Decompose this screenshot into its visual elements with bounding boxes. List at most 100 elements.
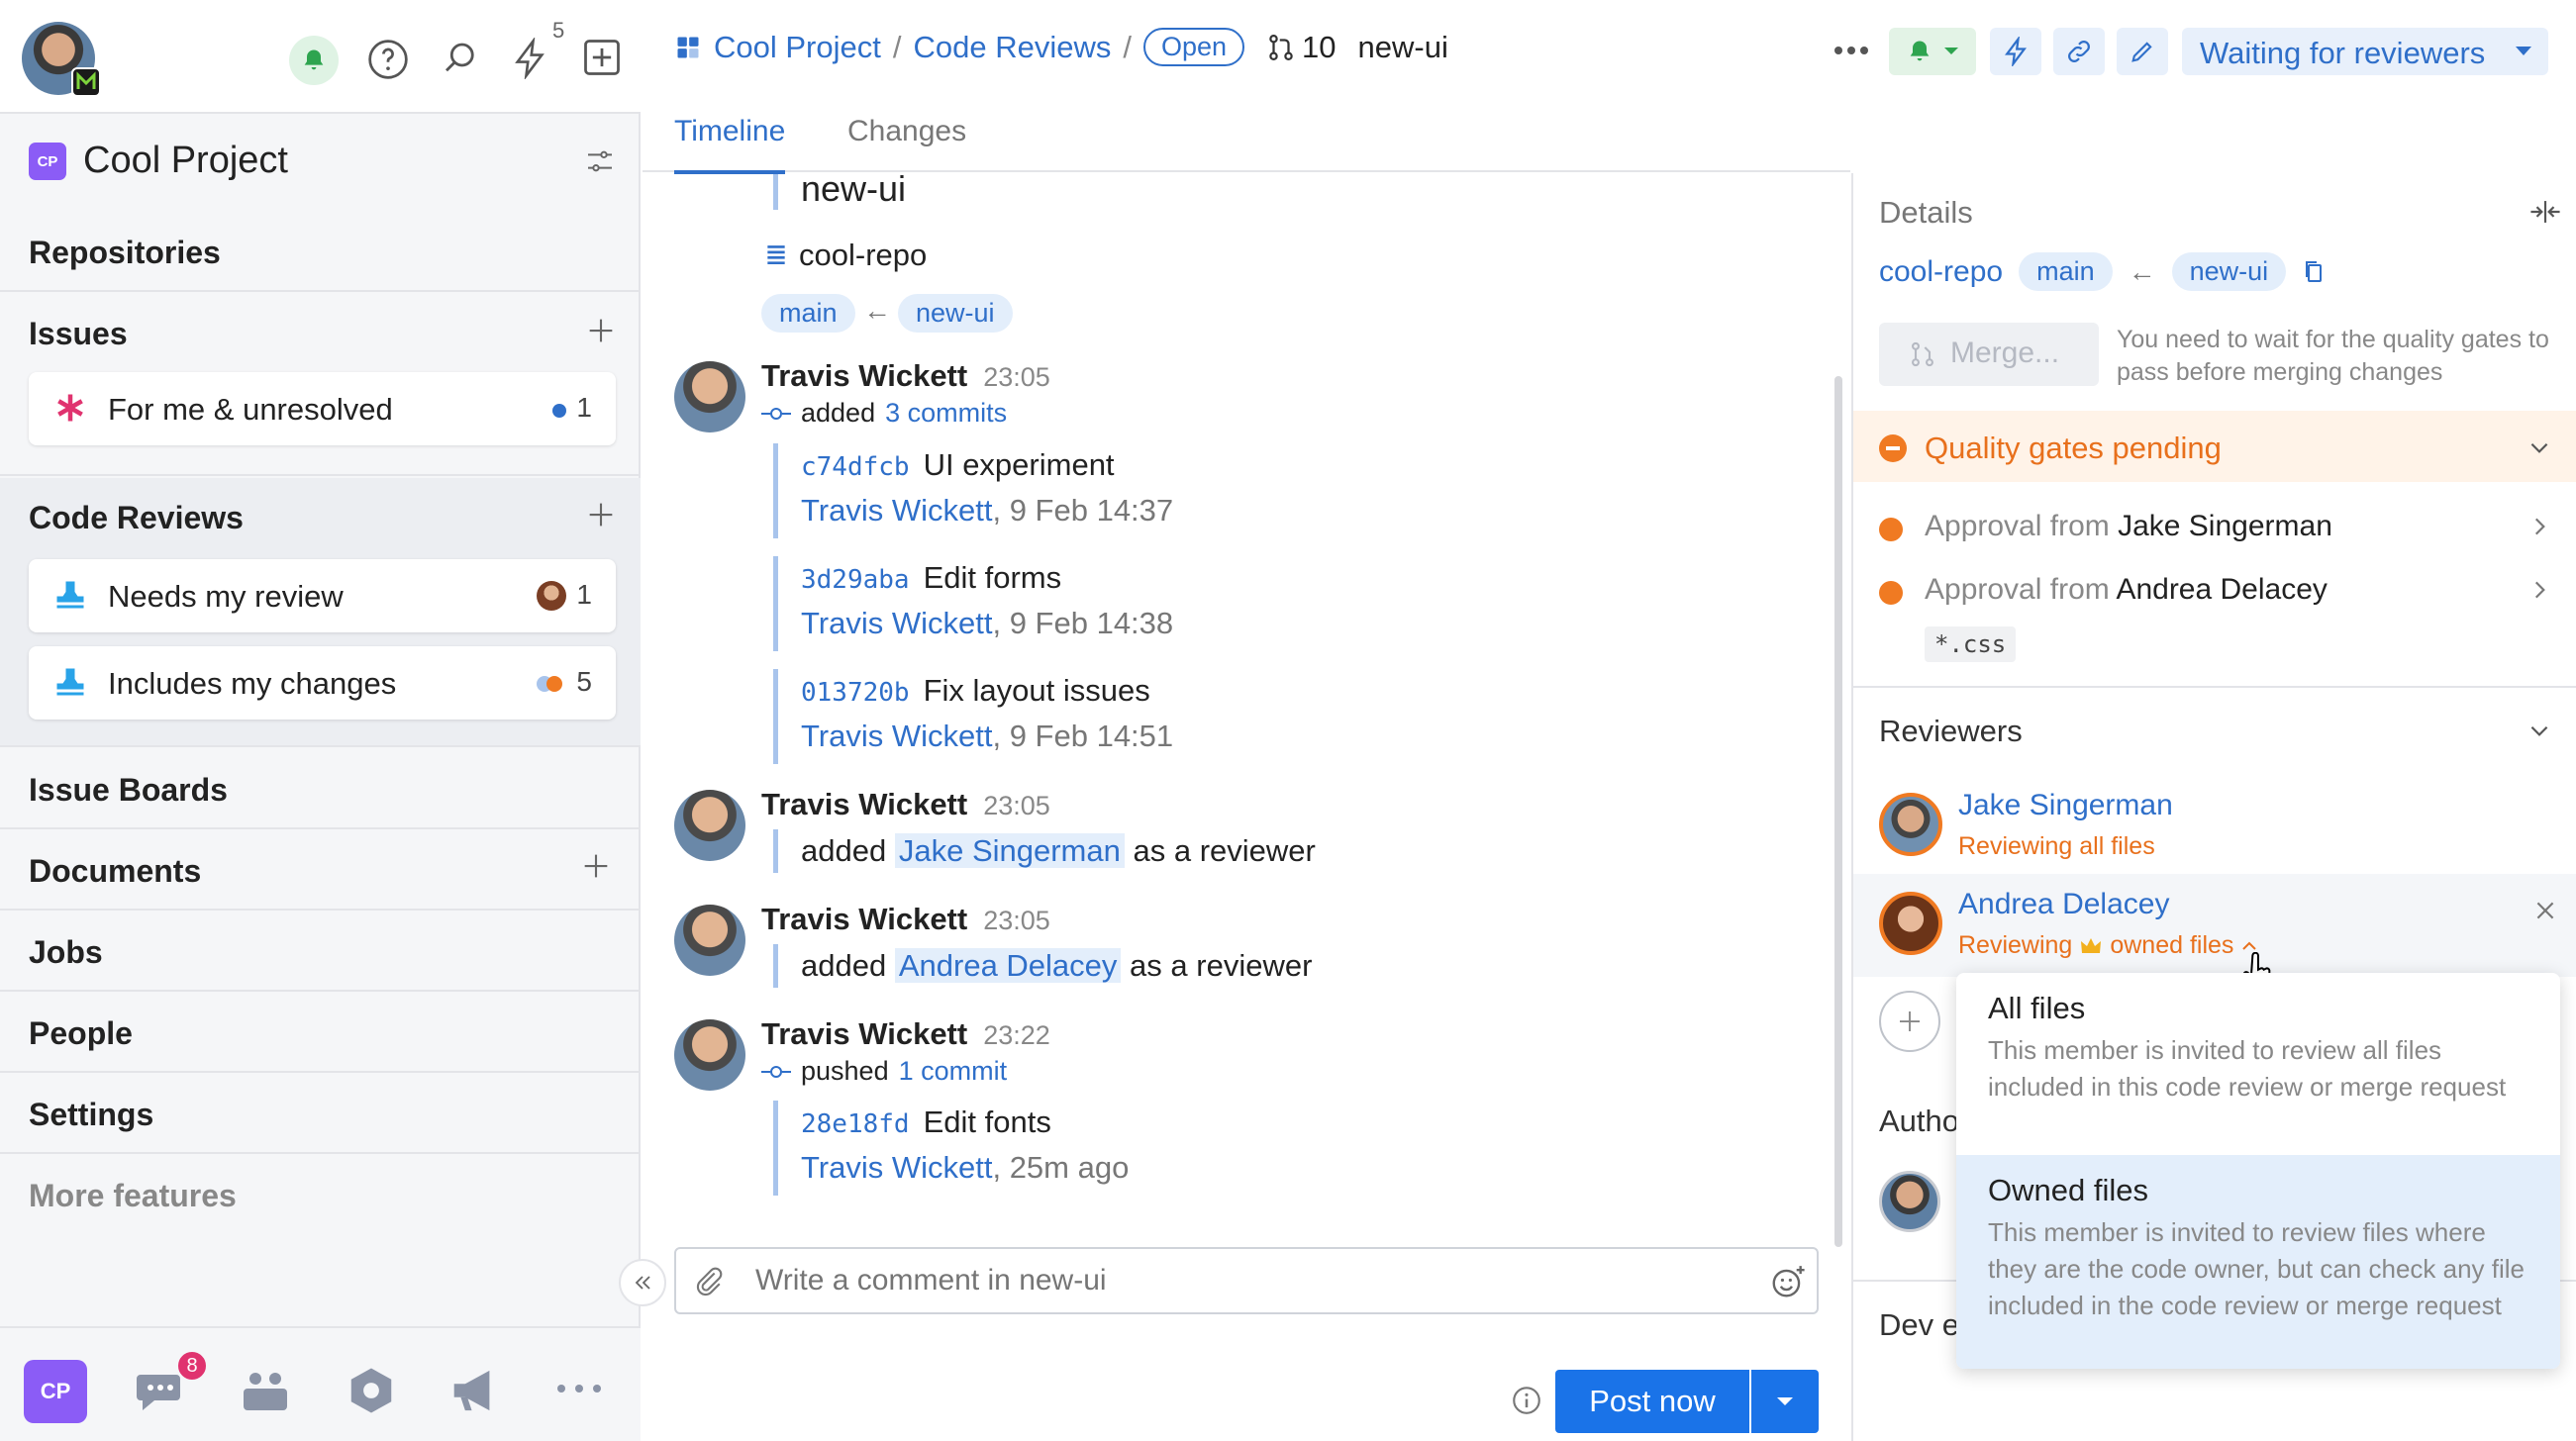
announcements-icon[interactable] (447, 1364, 505, 1417)
packages-icon[interactable] (345, 1364, 398, 1417)
commit-author[interactable]: Travis Wickett (801, 1150, 992, 1185)
collapse-panel-icon[interactable] (2528, 197, 2562, 227)
emoji-icon[interactable] (1769, 1263, 1807, 1300)
author-avatar[interactable] (1879, 1171, 1940, 1232)
collapse-sidebar-button[interactable] (619, 1259, 666, 1306)
approval-row[interactable]: Approval from Jake Singerman (1853, 500, 2576, 555)
commits-link[interactable]: 1 commit (899, 1056, 1008, 1087)
breadcrumb-code-reviews[interactable]: Code Reviews (913, 30, 1111, 65)
author-name[interactable]: Travis Wickett (761, 902, 967, 936)
info-icon[interactable] (1510, 1384, 1543, 1417)
sidebar-item-people[interactable]: People (0, 992, 641, 1073)
commits-link[interactable]: 3 commits (885, 398, 1007, 429)
authors-title: Autho (1879, 1104, 1960, 1138)
target-branch-pill[interactable]: main (761, 294, 855, 333)
quality-gates-header[interactable]: Quality gates pending (1853, 411, 2576, 482)
breadcrumb-separator: / (1123, 29, 1132, 64)
author-name[interactable]: Travis Wickett (761, 1016, 967, 1051)
add-code-review-icon[interactable] (584, 498, 618, 531)
post-options-button[interactable] (1751, 1370, 1819, 1433)
details-repo-link[interactable]: cool-repo (1879, 255, 2003, 289)
sidebar-item-label: Settings (29, 1097, 154, 1132)
comment-input[interactable] (755, 1261, 1706, 1300)
remove-reviewer-icon[interactable] (2532, 898, 2558, 923)
event-action-text: pushed (801, 1056, 889, 1086)
project-settings-icon[interactable] (584, 145, 616, 177)
mentioned-user[interactable]: Andrea Delacey (894, 948, 1122, 983)
tab-timeline[interactable]: Timeline (674, 115, 786, 174)
timeline-scrollbar[interactable] (1834, 376, 1842, 1247)
copy-link-button[interactable] (2053, 28, 2105, 75)
author-name[interactable]: Travis Wickett (761, 358, 967, 393)
add-reviewer-button[interactable] (1879, 991, 1940, 1052)
author-avatar[interactable] (674, 1019, 745, 1091)
commit-author[interactable]: Travis Wickett (801, 606, 992, 640)
review-state-dropdown[interactable]: Waiting for reviewers (2182, 28, 2548, 75)
reviewers-header[interactable]: Reviewers (1853, 698, 2576, 767)
reviewer-row[interactable]: Jake Singerman Reviewing all files (1853, 779, 2576, 878)
lightning-icon[interactable] (509, 38, 550, 79)
add-document-icon[interactable] (579, 849, 613, 883)
merge-button[interactable]: Merge... (1879, 323, 2099, 386)
author-avatar[interactable] (674, 790, 745, 861)
search-icon[interactable] (440, 38, 481, 79)
copy-branch-icon[interactable] (2302, 259, 2326, 285)
menu-item-all-files[interactable]: All files This member is invited to revi… (1956, 973, 2560, 1155)
reviewer-name[interactable]: Jake Singerman (1958, 789, 2173, 822)
sidebar-item-settings[interactable]: Settings (0, 1073, 641, 1154)
attach-icon[interactable] (692, 1265, 726, 1298)
reviewer-name[interactable]: Andrea Delacey (1958, 888, 2169, 921)
post-now-button[interactable]: Post now (1555, 1370, 1749, 1433)
reviewer-scope-toggle[interactable]: Reviewing owned files (1958, 931, 2257, 960)
sidebar: 5 CP Cool Project Repositories Issues Fo… (0, 0, 641, 1441)
more-actions-icon[interactable] (1833, 46, 1869, 55)
sidebar-needs-my-review[interactable]: Needs my review 1 (29, 559, 616, 632)
reviewer-row[interactable]: Andrea Delacey Reviewing owned files (1853, 874, 2576, 977)
edit-button[interactable] (2117, 28, 2168, 75)
sidebar-includes-my-changes[interactable]: Includes my changes 5 (29, 646, 616, 720)
mentioned-user[interactable]: Jake Singerman (894, 833, 1125, 868)
reviewer-avatar[interactable] (1879, 892, 1942, 955)
author-avatar[interactable] (674, 905, 745, 976)
sidebar-toolbar: 5 (0, 0, 641, 114)
notifications-bell-icon[interactable] (289, 36, 339, 85)
sidebar-item-issue-boards[interactable]: Issue Boards (0, 748, 641, 829)
commit-hash[interactable]: c74dfcb (801, 452, 910, 482)
dev-environments-title: Dev e (1879, 1307, 1959, 1342)
project-switcher[interactable]: CP (24, 1360, 87, 1423)
author-name[interactable]: Travis Wickett (761, 787, 967, 821)
commit-hash[interactable]: 3d29aba (801, 565, 910, 595)
source-branch-pill[interactable]: new-ui (898, 294, 1013, 333)
breadcrumb-project[interactable]: Cool Project (714, 30, 881, 65)
sidebar-item-repositories[interactable]: Repositories (0, 211, 641, 292)
notification-toggle-button[interactable] (1889, 28, 1976, 75)
teams-icon[interactable] (238, 1366, 293, 1415)
merge-request-icon (1266, 33, 1296, 62)
approval-row[interactable]: Approval from Andrea Delacey *.css (1853, 563, 2576, 672)
timeline-repo-link[interactable]: cool-repo (799, 238, 927, 273)
sidebar-item-jobs[interactable]: Jobs (0, 911, 641, 992)
commit-author[interactable]: Travis Wickett (801, 719, 992, 753)
sidebar-item-documents[interactable]: Documents (0, 829, 641, 911)
sidebar-item-issues[interactable]: Issues (29, 316, 128, 352)
commit-hash[interactable]: 013720b (801, 678, 910, 708)
reviewer-avatar[interactable] (1879, 793, 1942, 856)
menu-item-owned-files[interactable]: Owned files This member is invited to re… (1956, 1155, 2560, 1369)
add-issue-icon[interactable] (584, 314, 618, 347)
project-header[interactable]: CP Cool Project (0, 116, 641, 211)
help-icon[interactable] (366, 38, 410, 81)
sidebar-issues-for-me[interactable]: For me & unresolved 1 (29, 372, 616, 445)
details-target-branch[interactable]: main (2019, 252, 2113, 291)
sidebar-item-more-features[interactable]: More features (0, 1154, 641, 1235)
quality-gates-title: Quality gates pending (1925, 431, 2222, 465)
commit-author[interactable]: Travis Wickett (801, 493, 992, 528)
sidebar-item-code-reviews[interactable]: Code Reviews (29, 500, 244, 536)
comment-composer[interactable] (674, 1247, 1819, 1314)
commit-hash[interactable]: 28e18fd (801, 1109, 910, 1139)
details-source-branch[interactable]: new-ui (2171, 252, 2287, 291)
tab-changes[interactable]: Changes (847, 115, 966, 148)
author-avatar[interactable] (674, 361, 745, 432)
automation-button[interactable] (1990, 28, 2041, 75)
add-icon[interactable] (580, 36, 624, 79)
more-icon[interactable] (556, 1384, 602, 1393)
